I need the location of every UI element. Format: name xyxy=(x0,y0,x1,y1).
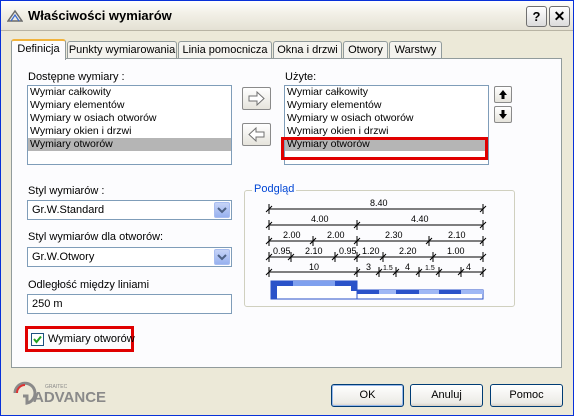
remove-left-button[interactable] xyxy=(242,123,271,146)
dimension-app-icon xyxy=(7,9,23,22)
dimension-style-label: Styl wymiarów : xyxy=(28,185,105,197)
tab-definicja[interactable]: Definicja xyxy=(11,39,66,60)
list-item[interactable]: Wymiary elementów xyxy=(28,99,231,112)
available-dimensions-list[interactable]: Wymiar całkowity Wymiary elementów Wymia… xyxy=(27,85,232,165)
move-up-button[interactable] xyxy=(494,86,512,103)
opening-style-label: Styl wymiarów dla otworów: xyxy=(28,231,164,243)
tab-linia-pomocnicza[interactable]: Linia pomocnicza xyxy=(178,41,272,59)
line-spacing-input[interactable]: 250 m xyxy=(27,294,232,314)
close-button[interactable]: ✕ xyxy=(549,6,570,27)
properties-dialog: Właściwości wymiarów ? ✕ Definicja Punkt… xyxy=(0,0,574,416)
preview-dim: 1.5 xyxy=(425,265,435,272)
preview-dim: 3 xyxy=(366,262,371,272)
openings-checkbox[interactable] xyxy=(31,333,44,346)
highlight-used-item xyxy=(281,137,488,160)
dropdown-arrow-icon[interactable] xyxy=(214,249,230,265)
preview-dim: 1.00 xyxy=(447,246,465,256)
preview-dim: 2.10 xyxy=(305,246,323,256)
preview-dim: 0.95 xyxy=(339,246,357,256)
help-button[interactable]: Pomoc xyxy=(490,384,563,407)
preview-dim: 2.10 xyxy=(448,230,466,240)
opening-style-select[interactable]: Gr.W.Otwory xyxy=(27,247,232,267)
list-item[interactable]: Wymiary elementów xyxy=(285,99,488,112)
list-item[interactable]: Wymiary w osiach otworów xyxy=(28,112,231,125)
add-right-button[interactable] xyxy=(242,87,271,110)
preview-label: Podgląd xyxy=(252,183,297,195)
preview-dim: 2.00 xyxy=(283,230,301,240)
check-icon xyxy=(33,335,42,344)
move-up-icon xyxy=(499,90,507,99)
dimension-style-value: Gr.W.Standard xyxy=(32,204,105,216)
preview-drawing: 8.40 4.00 4.40 2.00 2.00 2.30 2.10 0.95 … xyxy=(265,198,487,300)
preview-dim: 4.40 xyxy=(411,214,429,224)
window-title: Właściwości wymiarów xyxy=(28,8,172,23)
cancel-button[interactable]: Anuluj xyxy=(410,384,483,407)
preview-dim: 1.20 xyxy=(362,246,380,256)
tab-okna-i-drzwi[interactable]: Okna i drzwi xyxy=(273,41,342,59)
preview-dim: 2.00 xyxy=(327,230,345,240)
openings-checkbox-label[interactable]: Wymiary otworów xyxy=(48,333,135,345)
arrow-left-icon xyxy=(248,126,265,143)
ok-button[interactable]: OK xyxy=(331,384,404,407)
preview-dim: 10 xyxy=(309,262,319,272)
preview-dim: 2.20 xyxy=(399,246,417,256)
opening-style-value: Gr.W.Otwory xyxy=(32,251,95,263)
graitec-advance-logo: GRAITEC ADVANCE xyxy=(13,380,123,409)
preview-dim: 0.95 xyxy=(273,246,291,256)
preview-dim: 8.40 xyxy=(370,198,388,208)
preview-dim: 4 xyxy=(405,262,410,272)
list-item[interactable]: Wymiary w osiach otworów xyxy=(285,112,488,125)
title-bar: Właściwości wymiarów ? ✕ xyxy=(1,1,573,31)
move-down-button[interactable] xyxy=(494,106,512,123)
list-item[interactable]: Wymiary okien i drzwi xyxy=(28,125,231,138)
used-dimensions-label: Użyte: xyxy=(285,71,317,83)
arrow-right-icon xyxy=(248,90,265,107)
tab-otwory[interactable]: Otwory xyxy=(343,41,388,59)
dropdown-arrow-icon[interactable] xyxy=(214,202,230,218)
available-dimensions-label: Dostępne wymiary : xyxy=(28,71,125,83)
preview-dim: 2.30 xyxy=(385,230,403,240)
dimension-style-select[interactable]: Gr.W.Standard xyxy=(27,200,232,220)
line-spacing-label: Odległość między liniami xyxy=(28,279,150,291)
preview-dim: 4 xyxy=(466,262,471,272)
move-down-icon xyxy=(499,110,507,119)
tab-warstwy[interactable]: Warstwy xyxy=(389,41,442,59)
preview-dim: 1.5 xyxy=(383,265,393,272)
list-item[interactable]: Wymiar całkowity xyxy=(28,86,231,99)
list-item[interactable]: Wymiar całkowity xyxy=(285,86,488,99)
preview-dim: 4.00 xyxy=(311,214,329,224)
list-item-selected[interactable]: Wymiary otworów xyxy=(28,138,231,151)
help-title-button[interactable]: ? xyxy=(526,6,547,27)
logo-brand: ADVANCE xyxy=(33,389,106,406)
tab-punkty-wymiarowania[interactable]: Punkty wymiarowania xyxy=(67,41,177,59)
line-spacing-value: 250 m xyxy=(32,298,63,310)
